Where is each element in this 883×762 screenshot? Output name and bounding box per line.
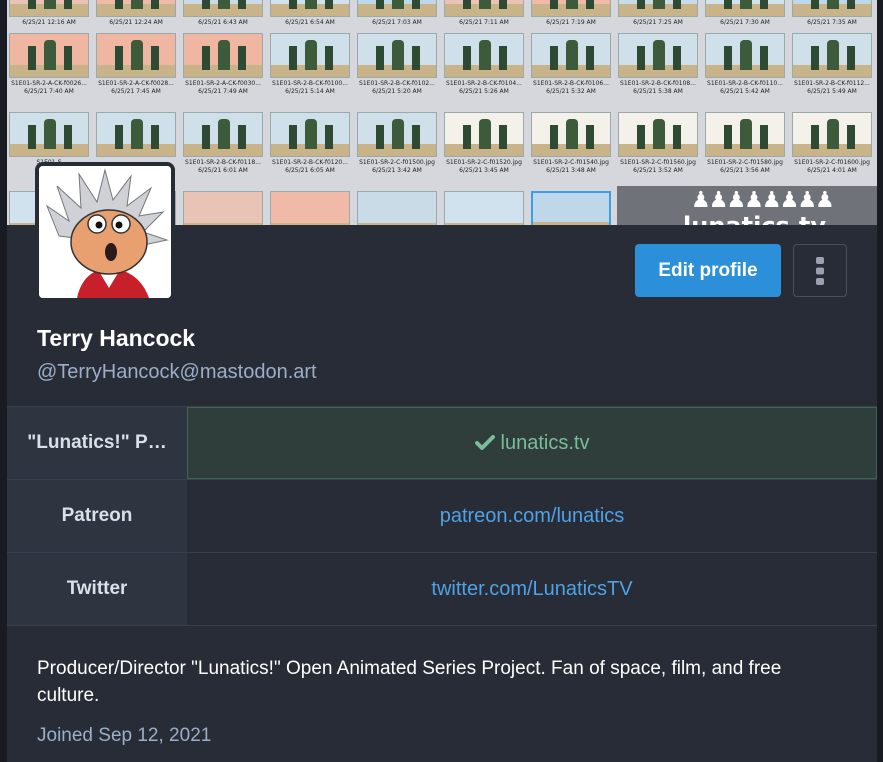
thumbnail-caption: S1E01-SR-2-B-CK-f0112... 6/25/21 5:49 AM [794, 80, 870, 95]
thumbnail-caption: S1E01-SR-2-C-f01520.jpg 6/25/21 3:45 AM [446, 159, 522, 174]
header-thumbnail: S1E01-SR-2-B-CK-f0100... 6/25/21 5:14 AM [268, 31, 352, 109]
banner-figures: ♟♟♟♟♟♟♟♟ [691, 188, 835, 213]
field-label: "Lunatics!" P… [7, 407, 187, 479]
profile-page: 6/25/21 12:16 AM 6/25/21 12:24 AM 6/25/21 … [7, 0, 877, 762]
display-name: Terry Hancock [37, 325, 196, 351]
header-thumbnail: S1E01-SR-2-A-CK-f0030... 6/25/21 7:49 AM [181, 31, 265, 109]
thumbnail-caption: S1E01-SR-2-B-CK-f0106... 6/25/21 5:32 AM [533, 80, 609, 95]
banner-logo-text: lunatics.tv [683, 212, 826, 225]
thumbnail-caption: S1E01-SR-2-A-CK-f0030... 6/25/21 7:49 AM [185, 80, 261, 95]
thumbnail-caption: S1E01-SR-2-A-CK-f0028... 6/25/21 7:45 AM [98, 80, 174, 95]
joined-label: Joined [37, 725, 93, 746]
thumbnail-caption: S1E01-SR-2-B-CK-f0102... 6/25/21 5:20 AM [359, 80, 435, 95]
thumbnail-caption: S1E01-SR-2-A-CK-f0026... 6/25/21 7:40 AM [11, 80, 87, 95]
field-value-text[interactable]: lunatics.tv [501, 432, 590, 455]
thumbnail-caption: 6/25/21 7:11 AM [459, 19, 509, 26]
field-value-link[interactable]: lunatics.tv [187, 407, 877, 479]
joined-date: Joined Sep 12, 2021 [37, 725, 211, 747]
joined-date-value: Sep 12, 2021 [98, 725, 212, 746]
header-thumbnail: S1E01-SR-2-B-CK-f0118... 6/25/21 6:01 AM [181, 110, 265, 188]
thumbnail-caption: 6/25/21 6:43 AM [198, 19, 248, 26]
field-value-link[interactable]: patreon.com/lunatics [187, 480, 877, 552]
header-thumbnail: S1E01-SR-2-C-f01500.jpg 6/25/21 3:42 AM [355, 110, 439, 188]
header-thumbnail: S1E01-SR-2-A-CK-f0028... 6/25/21 7:45 AM [94, 31, 178, 109]
thumbnail-caption: 6/25/21 7:35 AM [807, 19, 857, 26]
thumbnail-caption: S1E01-SR-2-B-CK-f0104... 6/25/21 5:26 AM [446, 80, 522, 95]
header-thumbnail: S1E01-SR-2-B-CK-f0106... 6/25/21 5:32 AM [529, 31, 613, 109]
profile-fields: "Lunatics!" P… lunatics.tv Patreon patre… [7, 406, 877, 626]
vertical-ellipsis-icon [816, 256, 824, 285]
thumbnail-caption: S1E01-SR-2-B-CK-f0110... 6/25/21 5:42 AM [707, 80, 783, 95]
thumbnail-caption: 6/25/21 7:03 AM [372, 19, 422, 26]
header-thumbnail [355, 189, 439, 225]
thumbnail-caption: 6/25/21 7:30 AM [720, 19, 770, 26]
header-thumbnail: S1E01-SR-2-B-CK-f0110... 6/25/21 5:42 AM [703, 31, 787, 109]
profile-field-patreon: Patreon patreon.com/lunatics [7, 480, 877, 553]
avatar-cartoon-face [39, 166, 171, 298]
thumbnail-caption: S1E01-SR-2-C-f01560.jpg 6/25/21 3:52 AM [620, 159, 696, 174]
thumbnail-caption: S1E01-SR-2-C-f01580.jpg 6/25/21 3:56 AM [707, 159, 783, 174]
profile-bio: Producer/Director "Lunatics!" Open Anima… [37, 658, 782, 706]
banner-logo: ♟♟♟♟♟♟♟♟ lunatics.tv [617, 186, 877, 225]
thumbnail-caption: S1E01-SR-2-B-CK-f0120... 6/25/21 6:05 AM [272, 159, 348, 174]
account-handle: @TerryHancock@mastodon.art [37, 361, 317, 383]
verified-check-icon [474, 435, 495, 451]
field-value-text[interactable]: twitter.com/LunaticsTV [431, 578, 632, 601]
edit-profile-button[interactable]: Edit profile [635, 244, 781, 297]
header-thumbnail: S1E01-SR-2-C-f01520.jpg 6/25/21 3:45 AM [442, 110, 526, 188]
header-thumbnail: S1E01-SR-2-C-f01560.jpg 6/25/21 3:52 AM [616, 110, 700, 188]
header-thumbnail: S1E01-SR-2-B-CK-f0120... 6/25/21 6:05 AM [268, 110, 352, 188]
thumbnail-caption: S1E01-SR-2-C-f01500.jpg 6/25/21 3:42 AM [359, 159, 435, 174]
thumbnail-caption: 6/25/21 12:16 AM [22, 19, 76, 26]
thumbnail-caption: 6/25/21 12:24 AM [109, 19, 163, 26]
header-thumbnail: S1E01-SR-2-B-CK-f0108... 6/25/21 5:38 AM [616, 31, 700, 109]
header-thumbnail: S1E01-SR-2-B-CK-f0112... 6/25/21 5:49 AM [790, 31, 874, 109]
header-thumbnail: S1E01-SR-2-C-f01540.jpg 6/25/21 3:48 AM [529, 110, 613, 188]
more-options-button[interactable] [793, 244, 847, 297]
header-thumbnail [529, 189, 613, 225]
avatar[interactable] [35, 162, 175, 302]
profile-field-twitter: Twitter twitter.com/LunaticsTV [7, 553, 877, 626]
header-thumbnail: S1E01-SR-2-B-CK-f0104... 6/25/21 5:26 AM [442, 31, 526, 109]
thumbnail-caption: 6/25/21 7:19 AM [546, 19, 596, 26]
thumbnail-caption: 6/25/21 7:25 AM [633, 19, 683, 26]
header-thumbnail: S1E01-SR-2-C-f01600.jpg 6/25/21 4:01 AM [790, 110, 874, 188]
field-value-text[interactable]: patreon.com/lunatics [440, 505, 625, 528]
thumbnail-caption: S1E01-SR-2-B-CK-f0100... 6/25/21 5:14 AM [272, 80, 348, 95]
field-value-link[interactable]: twitter.com/LunaticsTV [187, 553, 877, 625]
thumbnail-caption: S1E01-SR-2-C-f01540.jpg 6/25/21 3:48 AM [533, 159, 609, 174]
header-thumbnail [181, 189, 265, 225]
field-label: Twitter [7, 553, 187, 625]
header-thumbnail: S1E01-SR-2-A-CK-f0026... 6/25/21 7:40 AM [7, 31, 91, 109]
thumbnail-caption: S1E01-SR-2-B-CK-f0118... 6/25/21 6:01 AM [185, 159, 261, 174]
header-thumbnail [268, 189, 352, 225]
field-label: Patreon [7, 480, 187, 552]
thumbnail-caption: S1E01-SR-2-C-f01600.jpg 6/25/21 4:01 AM [794, 159, 870, 174]
thumbnail-caption: 6/25/21 6:54 AM [285, 19, 335, 26]
header-thumbnail: S1E01-SR-2-C-f01580.jpg 6/25/21 3:56 AM [703, 110, 787, 188]
thumbnail-caption: S1E01-SR-2-B-CK-f0108... 6/25/21 5:38 AM [620, 80, 696, 95]
header-thumbnail [442, 189, 526, 225]
profile-field-website: "Lunatics!" P… lunatics.tv [7, 407, 877, 480]
header-thumbnail: S1E01-SR-2-B-CK-f0102... 6/25/21 5:20 AM [355, 31, 439, 109]
